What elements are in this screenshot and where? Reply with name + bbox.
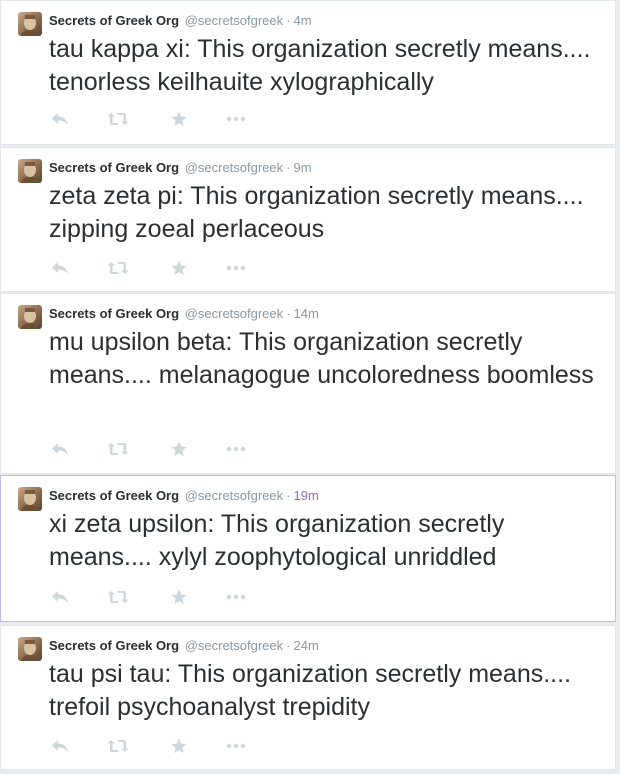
author-name[interactable]: Secrets of Greek Org bbox=[49, 306, 179, 321]
timestamp[interactable]: 19m bbox=[294, 488, 319, 503]
tweet-actions bbox=[49, 736, 269, 756]
avatar[interactable] bbox=[18, 12, 42, 36]
tweet[interactable]: Secrets of Greek Org @secretsofgreek · 9m … bbox=[0, 147, 616, 292]
author-name[interactable]: Secrets of Greek Org bbox=[49, 638, 179, 653]
separator-dot: · bbox=[286, 160, 291, 175]
avatar[interactable] bbox=[18, 305, 42, 329]
tweet-actions bbox=[49, 587, 269, 607]
author-handle[interactable]: @secretsofgreek bbox=[185, 160, 283, 175]
separator-dot: · bbox=[286, 638, 291, 653]
timestamp[interactable]: 9m bbox=[294, 160, 312, 175]
tweet[interactable]: Secrets of Greek Org @secretsofgreek · 4m … bbox=[0, 0, 616, 145]
tweet-text: tau psi tau: This organization secretly … bbox=[49, 660, 572, 721]
more-icon[interactable] bbox=[225, 587, 247, 607]
star-icon[interactable] bbox=[168, 109, 190, 129]
reply-icon[interactable] bbox=[49, 258, 71, 278]
more-icon[interactable] bbox=[225, 109, 247, 129]
tweet-text: tau kappa xi: This organization secretly… bbox=[49, 35, 591, 96]
author-handle[interactable]: @secretsofgreek bbox=[185, 488, 283, 503]
tweet-text: xi zeta upsilon: This organization secre… bbox=[49, 510, 505, 571]
more-icon[interactable] bbox=[225, 736, 247, 756]
tweet[interactable]: Secrets of Greek Org @secretsofgreek · 24m… bbox=[0, 625, 616, 770]
timestamp[interactable]: 4m bbox=[294, 13, 312, 28]
author-handle[interactable]: @secretsofgreek bbox=[185, 306, 283, 321]
tweet-header: Secrets of Greek Org @secretsofgreek · 24m bbox=[49, 638, 319, 654]
author-name[interactable]: Secrets of Greek Org bbox=[49, 488, 179, 503]
separator-dot: · bbox=[286, 488, 291, 503]
more-icon[interactable] bbox=[225, 258, 247, 278]
retweet-icon[interactable] bbox=[107, 258, 129, 278]
reply-icon[interactable] bbox=[49, 109, 71, 129]
star-icon[interactable] bbox=[168, 439, 190, 459]
tweet[interactable]: Secrets of Greek Org @secretsofgreek · 14m… bbox=[0, 293, 616, 474]
tweet-text: mu upsilon beta: This organization secre… bbox=[49, 328, 594, 389]
avatar[interactable] bbox=[18, 637, 42, 661]
author-handle[interactable]: @secretsofgreek bbox=[185, 638, 283, 653]
timestamp[interactable]: 14m bbox=[294, 306, 319, 321]
star-icon[interactable] bbox=[168, 587, 190, 607]
tweet-header: Secrets of Greek Org @secretsofgreek · 4m bbox=[49, 13, 312, 29]
star-icon[interactable] bbox=[168, 736, 190, 756]
reply-icon[interactable] bbox=[49, 439, 71, 459]
more-icon[interactable] bbox=[225, 439, 247, 459]
separator-dot: · bbox=[286, 13, 291, 28]
timeline: Secrets of Greek Org @secretsofgreek · 4m … bbox=[0, 0, 620, 774]
star-icon[interactable] bbox=[168, 258, 190, 278]
separator-dot: · bbox=[286, 306, 291, 321]
tweet-text: zeta zeta pi: This organization secretly… bbox=[49, 182, 584, 243]
tweet-actions bbox=[49, 439, 269, 459]
tweet-header: Secrets of Greek Org @secretsofgreek · 19m bbox=[49, 488, 319, 504]
tweet-header: Secrets of Greek Org @secretsofgreek · 14m bbox=[49, 306, 319, 322]
reply-icon[interactable] bbox=[49, 587, 71, 607]
retweet-icon[interactable] bbox=[107, 109, 129, 129]
retweet-icon[interactable] bbox=[107, 587, 129, 607]
tweet[interactable]: Secrets of Greek Org @secretsofgreek · 19m… bbox=[0, 475, 616, 622]
author-handle[interactable]: @secretsofgreek bbox=[185, 13, 283, 28]
tweet-actions bbox=[49, 109, 269, 129]
timestamp[interactable]: 24m bbox=[294, 638, 319, 653]
tweet-actions bbox=[49, 258, 269, 278]
tweet-header: Secrets of Greek Org @secretsofgreek · 9m bbox=[49, 160, 312, 176]
retweet-icon[interactable] bbox=[107, 736, 129, 756]
author-name[interactable]: Secrets of Greek Org bbox=[49, 160, 179, 175]
avatar[interactable] bbox=[18, 487, 42, 511]
author-name[interactable]: Secrets of Greek Org bbox=[49, 13, 179, 28]
avatar[interactable] bbox=[18, 159, 42, 183]
retweet-icon[interactable] bbox=[107, 439, 129, 459]
reply-icon[interactable] bbox=[49, 736, 71, 756]
